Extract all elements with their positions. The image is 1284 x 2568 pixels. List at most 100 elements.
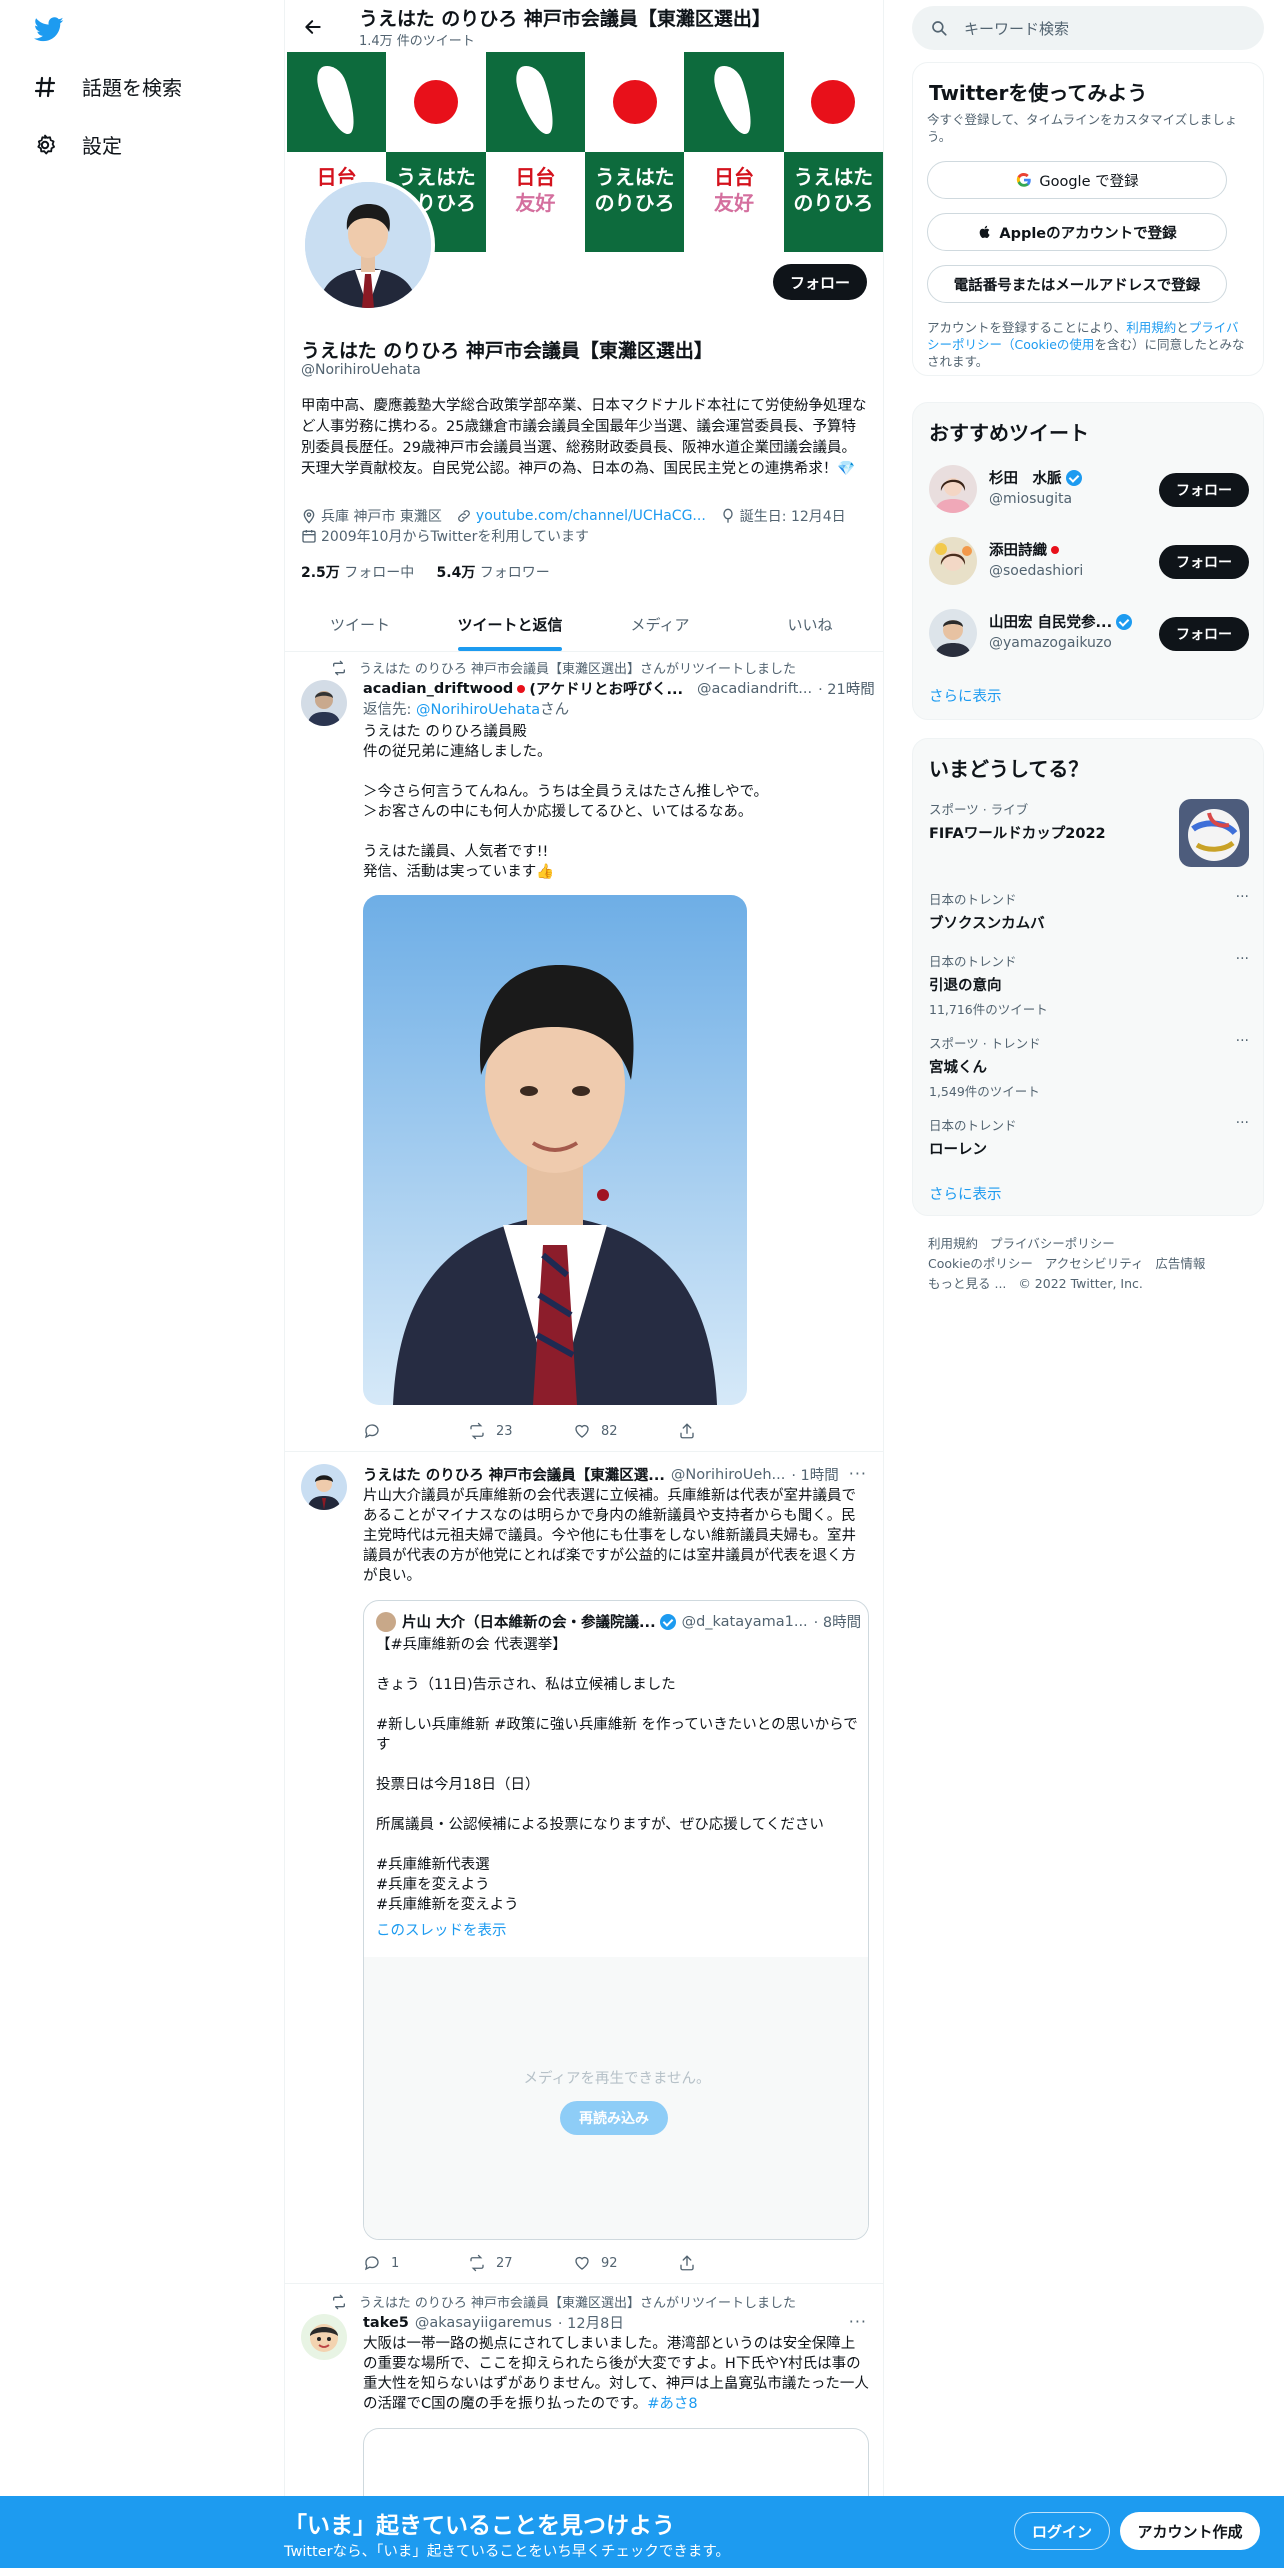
tweet-author-name[interactable]: take5 (363, 2315, 409, 2331)
recommended-user[interactable]: 添田詩織 @soedashiori フォロー (929, 535, 1249, 589)
profile-avatar[interactable] (301, 178, 435, 312)
share-button[interactable] (678, 1420, 783, 1442)
following-link[interactable]: 2.5万 フォロー中 (301, 565, 414, 581)
more-options-icon[interactable]: ··· (1236, 1115, 1249, 1131)
followers-link[interactable]: 5.4万 フォロワー (437, 565, 550, 581)
japan-flag-icon (1051, 545, 1059, 554)
create-account-button[interactable]: アカウント作成 (1120, 2512, 1260, 2550)
user-handle: @soedashiori (989, 563, 1084, 579)
nav-explore[interactable]: 話題を検索 (32, 72, 182, 101)
trend-image-soccer-ball (1179, 799, 1249, 867)
more-options-icon[interactable]: ··· (849, 1464, 867, 1483)
more-options-icon[interactable]: ··· (1236, 951, 1249, 967)
verified-badge-icon (1065, 469, 1082, 486)
tweet-avatar[interactable] (301, 2314, 347, 2360)
reply-to-handle[interactable]: @NorihiroUehata (416, 702, 540, 718)
search-input[interactable]: キーワード検索 (912, 6, 1264, 50)
trend-item[interactable]: スポーツ · トレンド 宮城くん 1,549件のツイート ··· (929, 1033, 1249, 1100)
user-handle: @yamazogaikuzo (989, 635, 1112, 651)
reply-button[interactable] (363, 1420, 468, 1442)
follow-button[interactable]: フォロー (1159, 617, 1249, 651)
tweet-avatar[interactable] (301, 680, 347, 726)
phone-email-signup-button[interactable]: 電話番号またはメールアドレスで登録 (927, 265, 1227, 303)
tweet-text: 大阪は一帯一路の拠点にされてしまいました。港湾部というのは安全保障上の重要な場所… (363, 2336, 869, 2412)
tweet-time[interactable]: · 1時間 (791, 1464, 838, 1485)
user-name: 添田詩織 (989, 543, 1047, 559)
hashtag-link[interactable]: #あさ8 (647, 2396, 697, 2412)
show-thread-link[interactable]: このスレッドを表示 (376, 1919, 507, 1940)
tab-tweets-and-replies[interactable]: ツイートと返信 (435, 598, 585, 651)
copyright: © 2022 Twitter, Inc. (1018, 1276, 1143, 1291)
recommended-user[interactable]: 杉田 水脈 @miosugita フォロー (929, 463, 1249, 517)
trend-category: 日本のトレンド (929, 892, 1017, 907)
banner-japan-cell (783, 52, 883, 152)
trend-item[interactable]: 日本のトレンド 引退の意向 11,716件のツイート ··· (929, 951, 1249, 1018)
tweet-avatar[interactable] (301, 1464, 347, 1510)
tweet-card[interactable]: うえはた のりひろ 神戸市会議員【東灘区選... @NorihiroUeh...… (285, 1452, 883, 2284)
more-options-icon[interactable]: ··· (849, 678, 867, 697)
retweet-button[interactable]: 27 (468, 2252, 573, 2274)
profile-website[interactable]: youtube.com/channel/UCHaCG... (456, 508, 706, 524)
footer-link[interactable]: プライバシーポリシー (990, 1236, 1115, 1251)
google-signup-button[interactable]: Google で登録 (927, 161, 1227, 199)
more-options-icon[interactable]: ··· (1236, 1033, 1249, 1049)
login-button[interactable]: ログイン (1014, 2512, 1110, 2550)
nav-settings-label: 設定 (82, 134, 122, 158)
like-button[interactable]: 82 (573, 1420, 678, 1442)
tweet-time[interactable]: · 12月8日 (558, 2312, 624, 2333)
like-button[interactable]: 92 (573, 2252, 678, 2274)
banner-japan-cell (386, 52, 486, 152)
footer-link[interactable]: 広告情報 (1155, 1256, 1205, 1271)
tweet-header: うえはた のりひろ 神戸市会議員【東灘区選... @NorihiroUeh...… (363, 1464, 839, 1485)
profile-name: うえはた のりひろ 神戸市会議員【東灘区選出】 (301, 340, 713, 362)
tweet-photo[interactable] (363, 895, 747, 1405)
heart-icon (575, 1424, 589, 1438)
follow-button[interactable]: フォロー (1159, 545, 1249, 579)
quoted-author-name: 片山 大介（日本維新の会・参議院議... (402, 1615, 656, 1631)
trend-tweet-count: 1,549件のツイート (929, 1084, 1040, 1099)
user-name: 山田宏 自民党参... (989, 615, 1113, 631)
tweet-author-name[interactable]: うえはた のりひろ 神戸市会議員【東灘区選... (363, 1464, 665, 1485)
follow-button[interactable]: フォロー (773, 264, 867, 300)
back-button[interactable] (299, 13, 327, 41)
more-options-icon[interactable]: ··· (1236, 889, 1249, 905)
share-icon (680, 2255, 694, 2271)
footer-link[interactable]: アクセシビリティ (1045, 1256, 1144, 1271)
more-options-icon[interactable]: ··· (849, 2312, 867, 2331)
trend-name: 宮城くん (929, 1060, 987, 1076)
trend-name: 引退の意向 (929, 978, 1002, 994)
banner-text-cell: 日台 友好 (684, 152, 784, 252)
retweet-icon (470, 1422, 484, 1440)
quoted-tweet[interactable]: 片山 大介（日本維新の会・参議院議... @d_katayama1... · 8… (363, 1600, 869, 2240)
tweet-header: acadian_driftwood (アケドリとお呼びく... @acadian… (363, 678, 875, 699)
banner-text: うえはた のりひろ (793, 165, 874, 215)
profile-handle: @NorihiroUehata (301, 362, 421, 378)
recommended-user[interactable]: 山田宏 自民党参... @yamazogaikuzo フォロー (929, 607, 1249, 661)
share-button[interactable] (678, 2252, 783, 2274)
banner-text: 日台 友好 (713, 165, 754, 215)
footer-link[interactable]: 利用規約 (928, 1236, 978, 1251)
trend-item[interactable]: 日本のトレンド ローレン ··· (929, 1115, 1249, 1159)
trends-show-more-link[interactable]: さらに表示 (929, 1183, 1002, 1204)
tab-tweets[interactable]: ツイート (285, 598, 435, 651)
trend-item[interactable]: スポーツ · ライブ FIFAワールドカップ2022 (929, 799, 1249, 867)
nav-settings[interactable]: 設定 (32, 130, 122, 159)
show-more-link[interactable]: さらに表示 (929, 685, 1002, 706)
retweet-button[interactable]: 23 (468, 1420, 573, 1442)
tweet-header: take5 @akasayiigaremus · 12月8日 (363, 2312, 624, 2333)
footer-link[interactable]: Cookieのポリシー (928, 1256, 1033, 1271)
twitter-logo-icon[interactable] (32, 14, 66, 44)
footer-more-link[interactable]: もっと見る ... (928, 1276, 1006, 1291)
apple-signup-button[interactable]: Appleのアカウントで登録 (927, 213, 1227, 251)
reload-button[interactable]: 再読み込み (560, 2101, 668, 2135)
tab-media[interactable]: メディア (585, 598, 735, 651)
tab-likes[interactable]: いいね (735, 598, 883, 651)
tweet-author-name[interactable]: acadian_driftwood (363, 681, 513, 697)
reply-button[interactable]: 1 (363, 2252, 468, 2274)
terms-link[interactable]: 利用規約 (1126, 320, 1176, 335)
heart-icon (575, 2256, 589, 2270)
trend-item[interactable]: 日本のトレンド ブソクスンカムバ ··· (929, 889, 1249, 933)
follow-button[interactable]: フォロー (1159, 473, 1249, 507)
tweet-card[interactable]: うえはた のりひろ 神戸市会議員【東灘区選出】さんがリツイートしました acad… (285, 652, 883, 1452)
signup-card: Twitterを使ってみよう 今すぐ登録して、タイムラインをカスタマイズしましょ… (912, 62, 1264, 376)
